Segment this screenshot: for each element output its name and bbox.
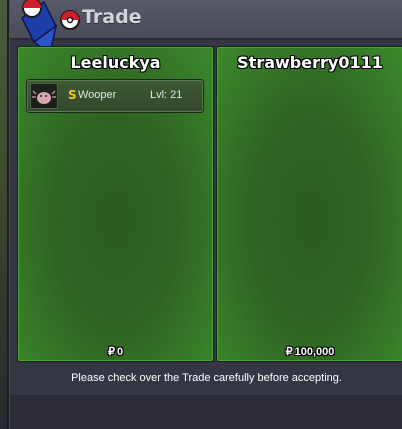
window-title: Trade (82, 6, 142, 28)
shiny-indicator: S (68, 88, 77, 102)
trade-panel-right: Strawberry0111 ₽100,000 (216, 46, 402, 362)
trade-window: Trade Leeluckya S Wooper Lvl: 21 ₽ 0 Str… (9, 0, 402, 429)
money-offer-left: ₽0 (18, 345, 213, 358)
trade-notice: Please check over the Trade carefully be… (71, 372, 342, 384)
wooper-sprite-icon (30, 83, 58, 109)
trade-pokemon-slot[interactable]: S Wooper Lvl: 21 (26, 79, 204, 113)
pokemon-name: Wooper (78, 89, 117, 101)
money-amount-right: 100,000 (294, 346, 335, 358)
button-area (10, 395, 402, 429)
trade-panel-left: Leeluckya S Wooper Lvl: 21 ₽0 (17, 46, 214, 362)
trainer-name-left: Leeluckya (70, 53, 161, 72)
pokemon-level: Lvl: 21 (150, 89, 183, 101)
money-offer-right: ₽100,000 (217, 345, 402, 358)
currency-symbol: ₽ (285, 346, 293, 358)
trainer-name-right: Strawberry0111 (237, 53, 383, 72)
currency-symbol: ₽ (107, 346, 115, 358)
background-strip (0, 0, 9, 429)
money-amount-left: 0 (116, 346, 124, 358)
